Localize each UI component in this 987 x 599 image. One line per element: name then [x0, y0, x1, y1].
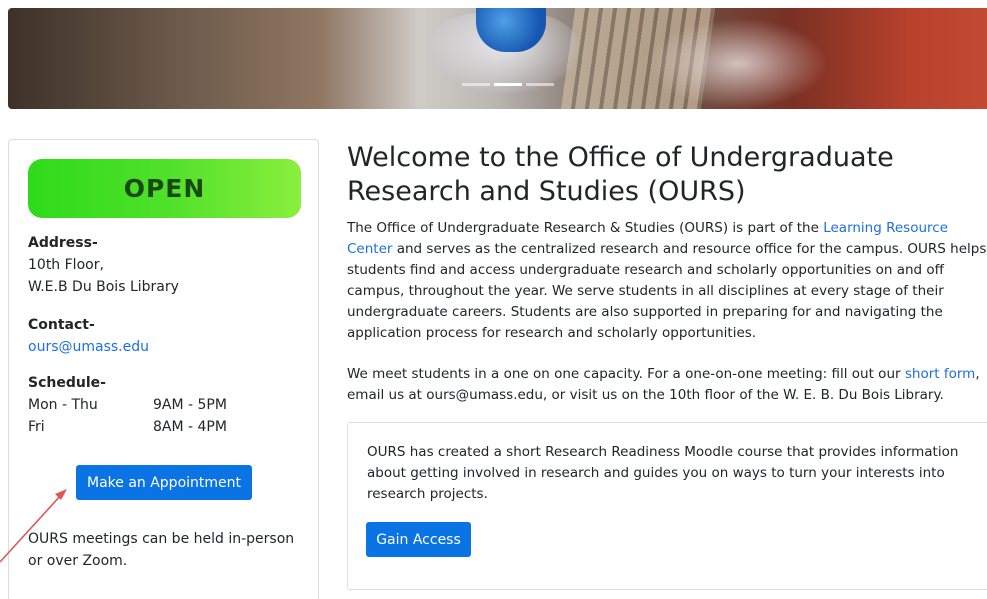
- schedule-day: Fri: [28, 419, 45, 435]
- schedule-time: 9AM - 5PM: [153, 397, 227, 413]
- carousel-indicator-2[interactable]: [494, 83, 522, 86]
- research-readiness-card: OURS has created a short Research Readin…: [347, 422, 987, 590]
- gain-access-button[interactable]: Gain Access: [366, 522, 471, 557]
- intro-text: The Office of Undergraduate Research & S…: [347, 220, 824, 236]
- meetings-note: OURS meetings can be held in-person or o…: [28, 531, 295, 569]
- open-status-badge: OPEN: [28, 159, 301, 218]
- hero-mist: [648, 18, 828, 109]
- meeting-paragraph: We meet students in a one on one capacit…: [347, 364, 987, 406]
- make-appointment-button[interactable]: Make an Appointment: [76, 465, 252, 500]
- course-description: OURS has created a short Research Readin…: [367, 444, 959, 502]
- carousel-indicator-3[interactable]: [526, 83, 554, 86]
- page-title: Welcome to the Office of Undergraduate R…: [347, 142, 894, 207]
- hero-banner: [8, 8, 987, 109]
- address-line-1: 10th Floor,: [28, 257, 104, 273]
- carousel-indicator-1[interactable]: [462, 83, 490, 86]
- schedule-day: Mon - Thu: [28, 397, 98, 413]
- carousel-indicators: [462, 83, 554, 86]
- address-label: Address-: [28, 235, 98, 251]
- intro-text-continued: and serves as the centralized research a…: [347, 241, 987, 341]
- info-sidebar-card: OPEN Address- 10th Floor, W.E.B Du Bois …: [8, 139, 319, 599]
- short-form-link[interactable]: short form: [905, 366, 975, 382]
- contact-email-link[interactable]: ours@umass.edu: [28, 339, 149, 355]
- schedule-label: Schedule-: [28, 375, 106, 391]
- schedule-time: 8AM - 4PM: [153, 419, 227, 435]
- contact-label: Contact-: [28, 317, 95, 333]
- address-line-2: W.E.B Du Bois Library: [28, 279, 179, 295]
- intro-paragraph: The Office of Undergraduate Research & S…: [347, 218, 987, 344]
- meeting-text: We meet students in a one on one capacit…: [347, 366, 905, 382]
